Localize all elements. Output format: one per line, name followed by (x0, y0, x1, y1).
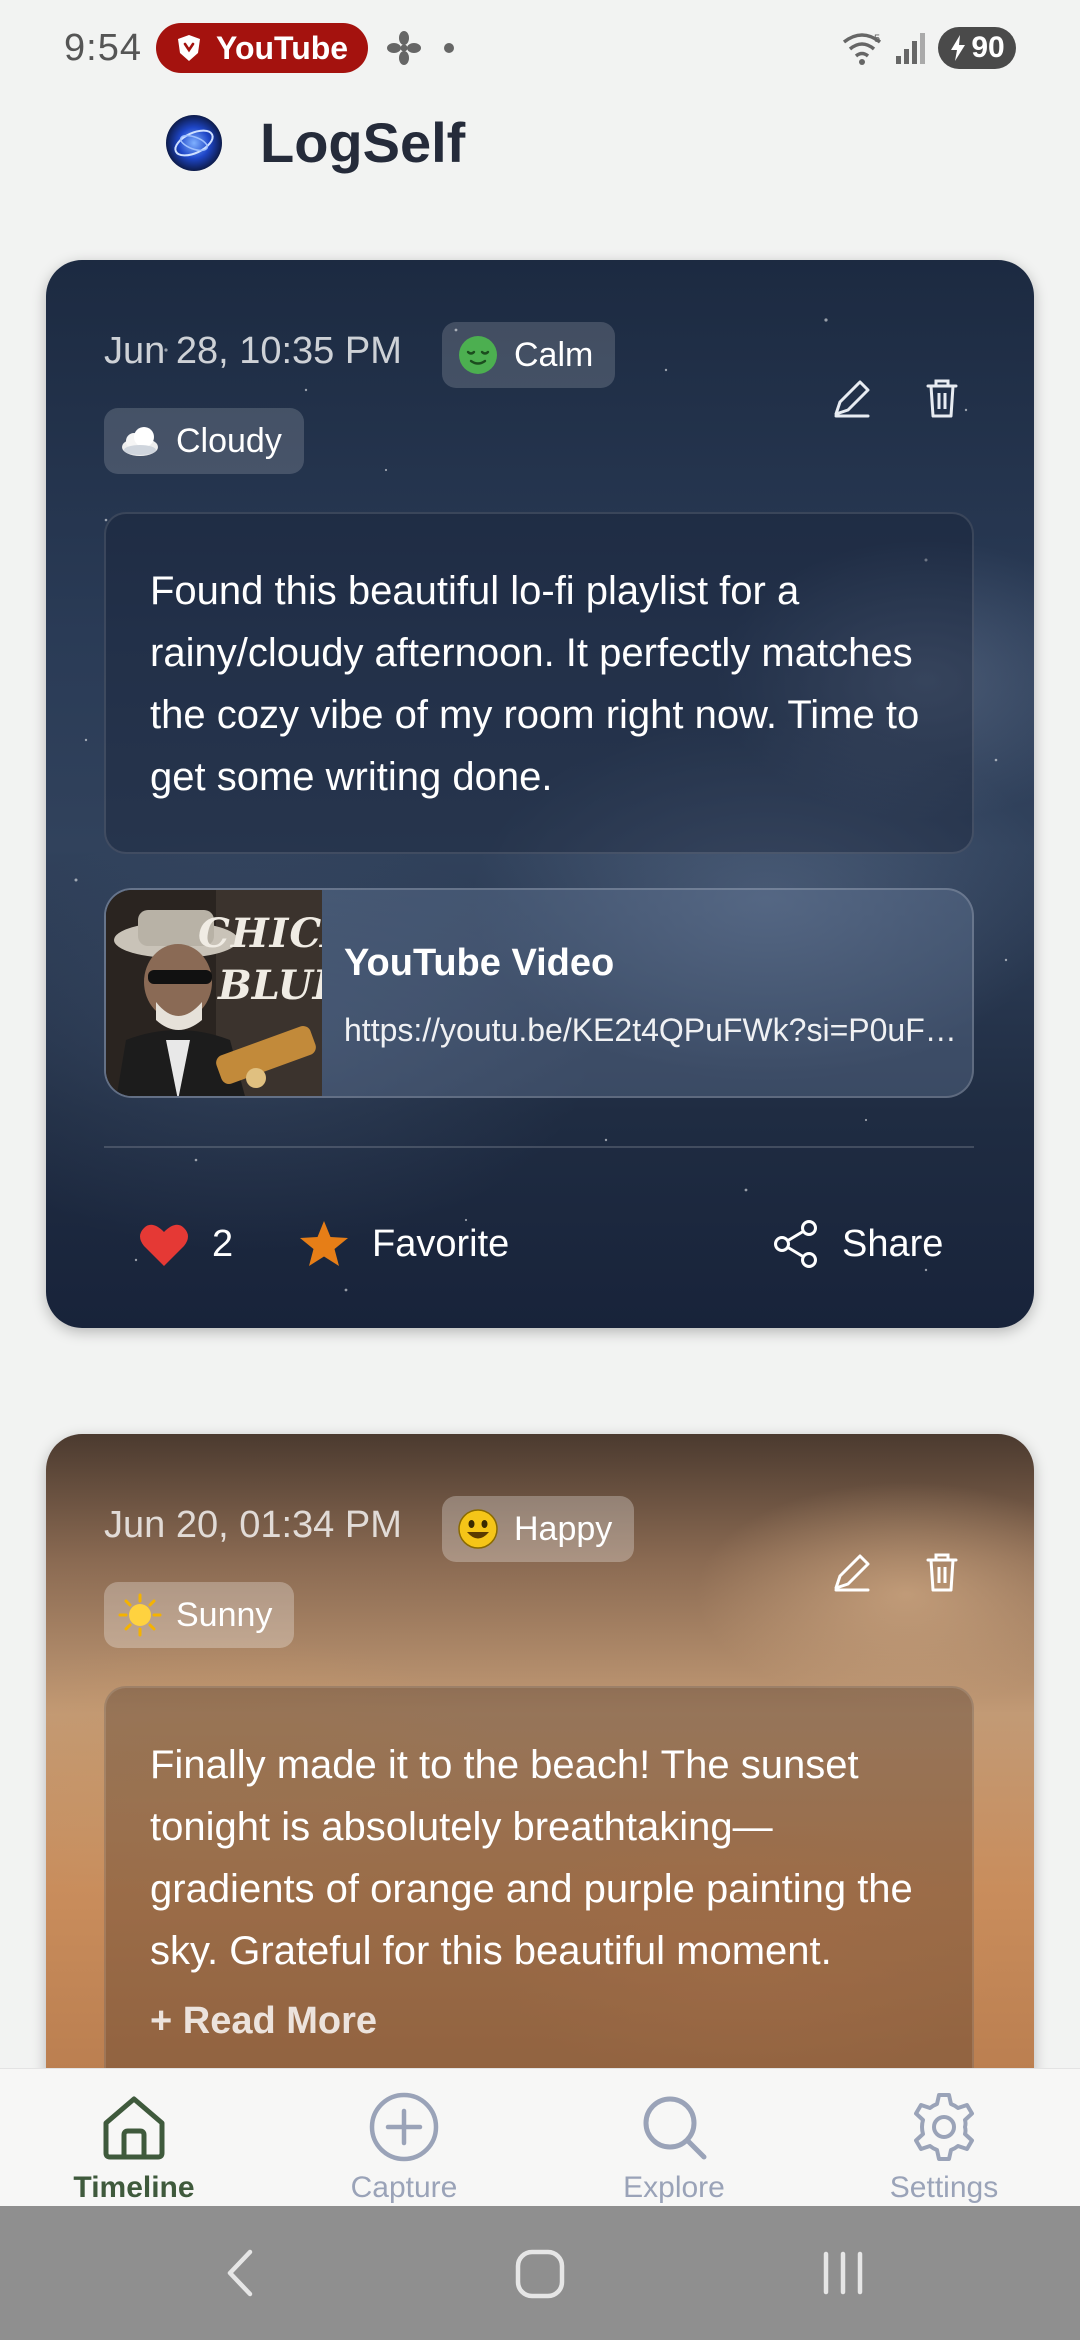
weather-chip[interactable]: Sunny (104, 1582, 295, 1648)
entry-text-box: Found this beautiful lo-fi playlist for … (104, 512, 974, 854)
nav-label: Explore (623, 2171, 725, 2204)
favorite-label: Favorite (372, 1222, 510, 1265)
sun-icon (118, 1593, 162, 1637)
fan-icon (387, 31, 422, 65)
mood-chip[interactable]: Calm (442, 322, 616, 388)
app-title: LogSelf (260, 111, 466, 174)
nav-label: Timeline (73, 2171, 195, 2204)
share-icon (774, 1220, 817, 1268)
bottom-navigation: Timeline Capture Explore Settings (0, 2068, 1080, 2206)
battery-indicator: 90 (938, 27, 1016, 69)
edit-icon[interactable] (826, 1546, 878, 1598)
signal-icon (896, 33, 925, 64)
weather-chip[interactable]: Cloudy (104, 408, 304, 474)
gear-icon (914, 2093, 974, 2161)
thumbnail-text-1: CHICAG (198, 910, 322, 957)
status-time: 9:54 (64, 26, 142, 69)
like-count: 2 (212, 1222, 234, 1265)
happy-face-icon (458, 1509, 498, 1549)
edit-icon[interactable] (826, 372, 878, 424)
logself-logo (166, 114, 222, 171)
nav-settings[interactable]: Settings (844, 2089, 1044, 2205)
cloud-icon (122, 427, 158, 456)
calm-face-icon (459, 336, 497, 374)
link-url[interactable]: https://youtu.be/KE2t4QPuFWk?si=P0uFWk (344, 1012, 958, 1049)
status-bar: 9:54 YouTube 5 90 (0, 0, 1080, 96)
mood-label: Calm (514, 335, 594, 374)
shield-icon (177, 35, 200, 61)
entry-text: Finally made it to the beach! The sunset… (150, 1743, 913, 1973)
nav-label: Settings (889, 2171, 999, 2204)
entry-card[interactable]: Jun 20, 01:34 PM Happy Sunny Finally mad… (46, 1434, 1034, 2134)
wifi-icon: 5 (842, 33, 882, 65)
nav-capture[interactable]: Capture (304, 2089, 504, 2205)
favorite-button[interactable]: Favorite (298, 1204, 509, 1284)
heart-icon (140, 1224, 188, 1266)
like-button[interactable]: 2 (138, 1204, 233, 1284)
mood-label: Happy (514, 1509, 613, 1548)
entry-actions: 2 Favorite Share (46, 1204, 1034, 1284)
read-more-link[interactable]: + Read More (150, 2000, 928, 2043)
search-icon (643, 2096, 707, 2160)
recents-icon[interactable] (818, 2246, 868, 2300)
home-button-icon[interactable] (512, 2246, 568, 2302)
notification-app-label: YouTube (215, 29, 349, 66)
system-navigation-bar (0, 2206, 1080, 2340)
back-icon[interactable] (218, 2246, 262, 2300)
entry-date: Jun 20, 01:34 PM (104, 1504, 402, 1546)
dot-icon (444, 43, 455, 53)
weather-label: Cloudy (176, 421, 282, 460)
youtube-notification-pill[interactable]: YouTube (155, 23, 369, 73)
entry-date: Jun 28, 10:35 PM (104, 330, 402, 372)
entry-text-box: Finally made it to the beach! The sunset… (104, 1686, 974, 2134)
share-button[interactable]: Share (772, 1204, 943, 1284)
svg-text:5: 5 (874, 33, 880, 45)
share-label: Share (842, 1222, 944, 1265)
link-title: YouTube Video (344, 942, 615, 984)
star-icon (300, 1221, 348, 1266)
nav-label: Capture (350, 2171, 458, 2204)
plus-circle-icon (369, 2092, 439, 2162)
thumbnail-text-2: BLUES (218, 962, 322, 1009)
nav-timeline[interactable]: Timeline (34, 2089, 234, 2205)
battery-level: 90 (971, 31, 1005, 64)
app-header: LogSelf (164, 110, 465, 175)
battery-charging-icon (951, 35, 966, 61)
link-preview[interactable]: CHICAG BLUES YouTube Video https://youtu… (104, 888, 974, 1098)
entry-card[interactable]: Jun 28, 10:35 PM Calm Cloudy Found this … (46, 260, 1034, 1328)
nav-explore[interactable]: Explore (574, 2089, 774, 2205)
home-icon (103, 2096, 165, 2160)
weather-label: Sunny (176, 1595, 273, 1634)
card-divider (104, 1146, 974, 1148)
entry-text: Found this beautiful lo-fi playlist for … (150, 569, 920, 799)
delete-icon[interactable] (916, 1546, 968, 1598)
video-thumbnail[interactable]: CHICAG BLUES (106, 890, 322, 1096)
mood-chip[interactable]: Happy (442, 1496, 635, 1562)
delete-icon[interactable] (916, 372, 968, 424)
